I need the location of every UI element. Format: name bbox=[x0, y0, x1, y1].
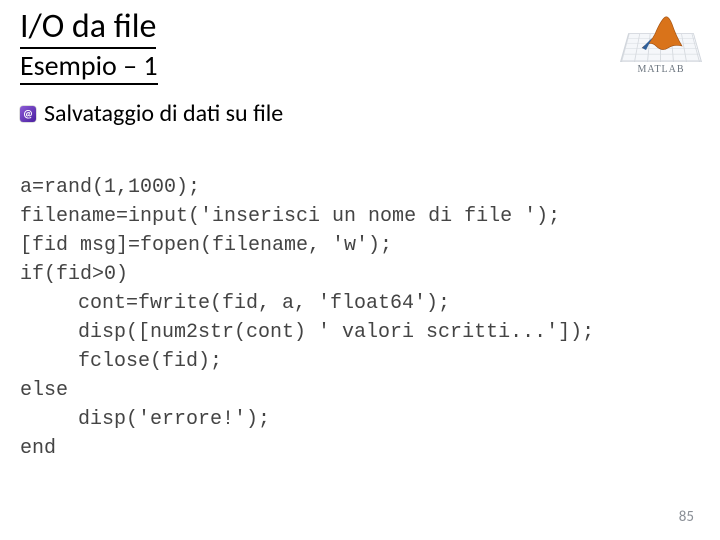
matlab-wave-icon bbox=[638, 14, 684, 54]
code-line: if(fid>0) bbox=[20, 263, 128, 286]
logo-text: MATLAB bbox=[637, 64, 684, 75]
code-line: disp([num2str(cont) ' valori scritti...'… bbox=[20, 318, 700, 347]
code-line: [fid msg]=fopen(filename, 'w'); bbox=[20, 234, 392, 257]
code-line: a=rand(1,1000); bbox=[20, 176, 200, 199]
page-number: 85 bbox=[679, 508, 694, 526]
slide-title: I/O da file bbox=[20, 8, 156, 49]
code-line: filename=input('inserisci un nome di fil… bbox=[20, 205, 560, 228]
code-line: else bbox=[20, 379, 68, 402]
bullet-text: Salvataggio di dati su file bbox=[44, 99, 283, 128]
slide-subtitle: Esempio – 1 bbox=[20, 51, 158, 85]
bullet-row: @ Salvataggio di dati su file bbox=[20, 99, 700, 128]
code-line: fclose(fid); bbox=[20, 347, 700, 376]
code-block: a=rand(1,1000); filename=input('inserisc… bbox=[20, 144, 700, 492]
code-line: disp('errore!'); bbox=[20, 405, 700, 434]
code-line: end bbox=[20, 437, 56, 460]
slide: MATLAB I/O da file Esempio – 1 @ Salvata… bbox=[0, 0, 720, 540]
code-line: cont=fwrite(fid, a, 'float64'); bbox=[20, 289, 700, 318]
bullet-icon: @ bbox=[20, 106, 36, 122]
matlab-logo: MATLAB bbox=[616, 8, 706, 86]
